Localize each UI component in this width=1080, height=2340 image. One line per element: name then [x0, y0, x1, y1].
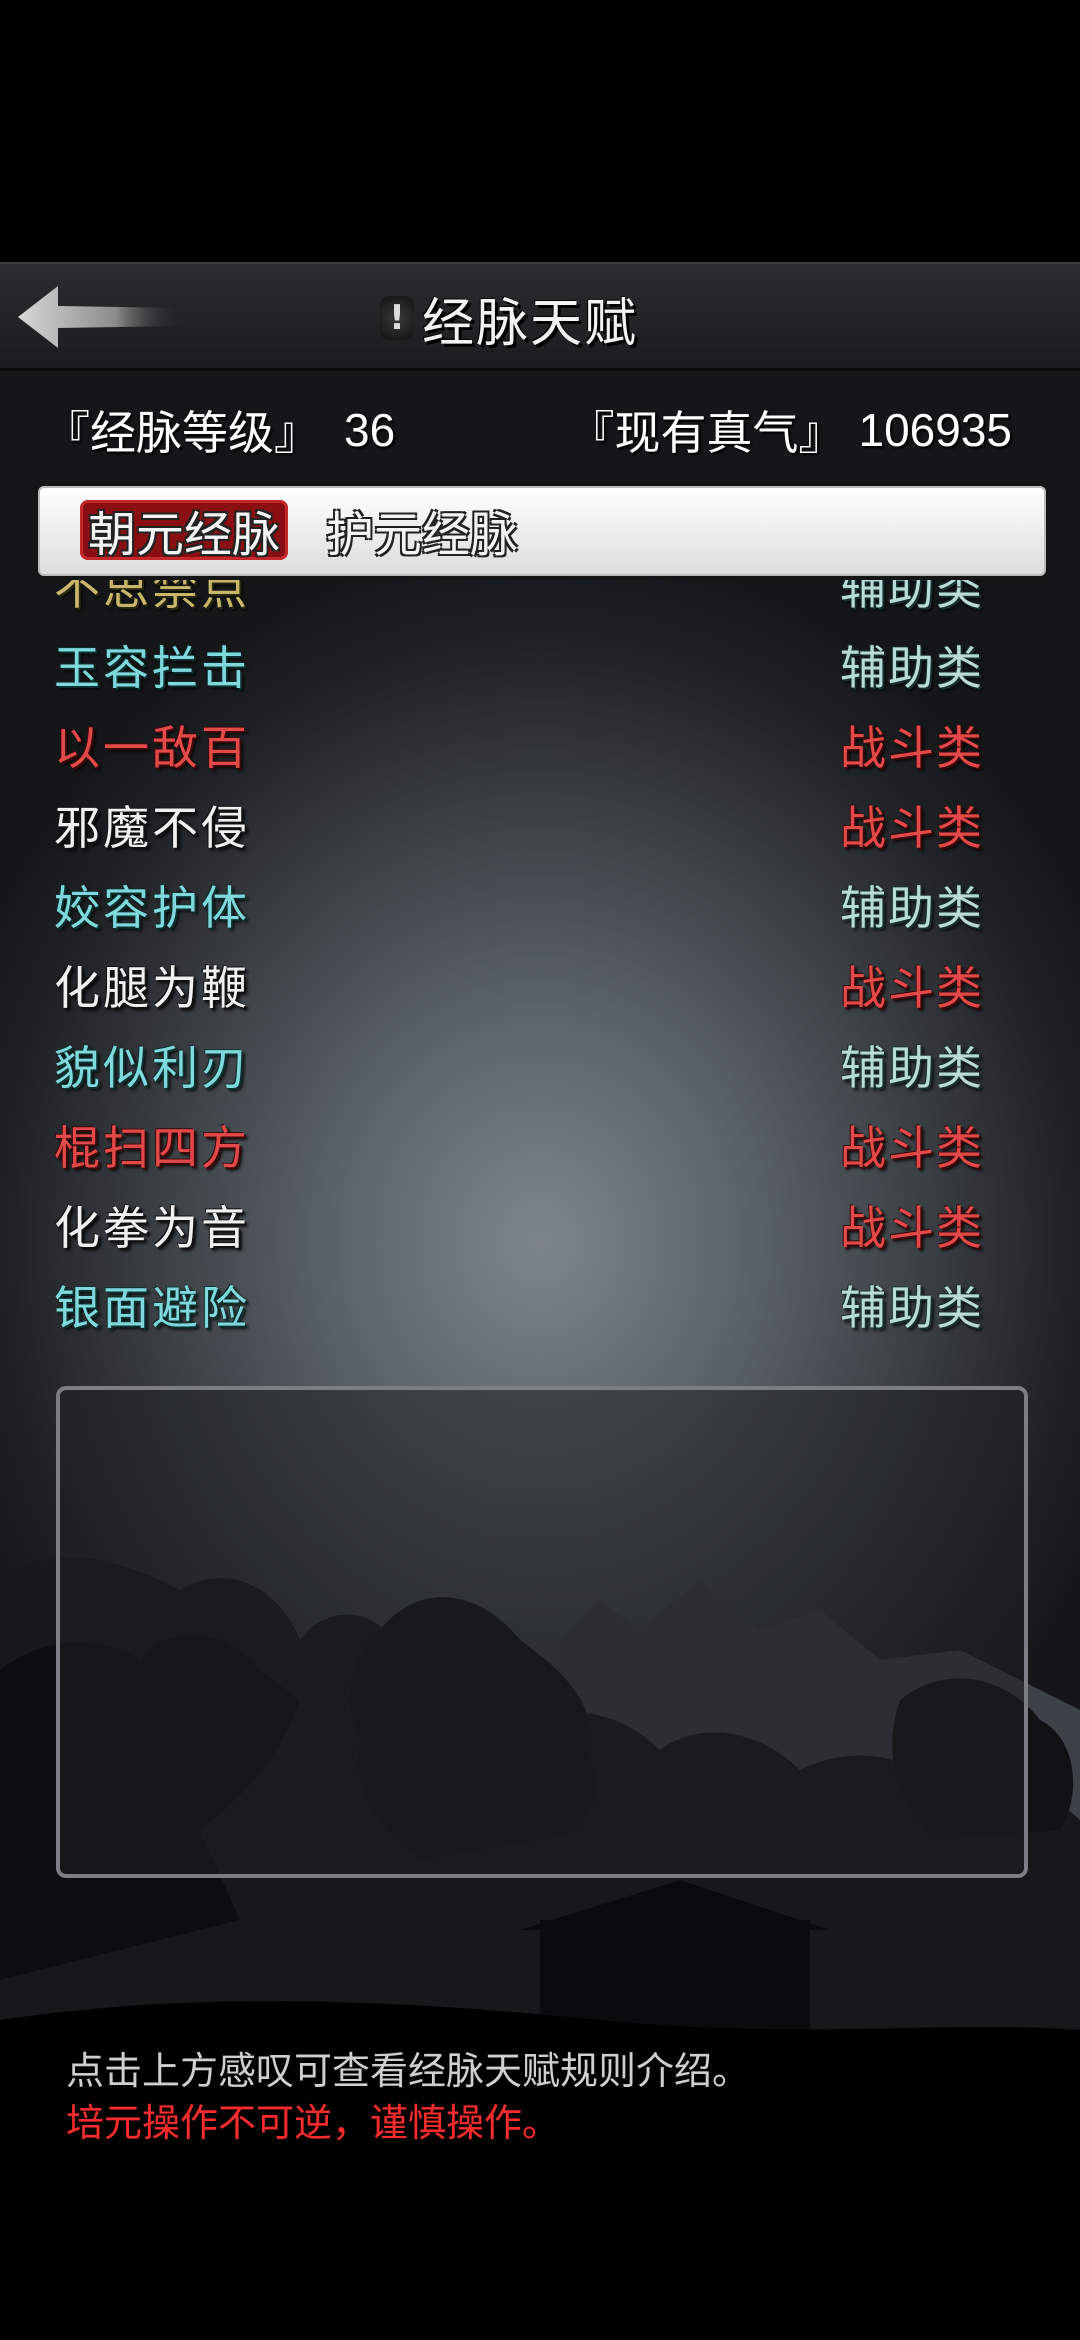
- talent-row[interactable]: 银面避险 辅助类: [0, 1266, 1080, 1346]
- talent-category: 辅助类: [840, 580, 984, 615]
- talent-row[interactable]: 棍扫四方 战斗类: [0, 1106, 1080, 1186]
- talent-name: 棍扫四方: [54, 1121, 250, 1175]
- current-qi-value: 106935: [858, 404, 1013, 456]
- talent-name: 貌似利刃: [54, 1041, 250, 1095]
- tab-chaoyuan-meridian[interactable]: 朝元经脉: [80, 500, 288, 563]
- talent-category: 辅助类: [840, 641, 984, 695]
- talent-row[interactable]: 以一敌百 战斗类: [0, 706, 1080, 786]
- talent-category: 战斗类: [840, 1201, 984, 1255]
- irreversible-warning-text: 培元操作不可逆，谨慎操作。: [66, 2103, 561, 2145]
- rules-hint-text: 点击上方感叹可查看经脉天赋规则介绍。: [66, 2051, 751, 2093]
- current-qi: 『现有真气』 106935: [569, 398, 1013, 462]
- title-group: ! 经脉天赋: [380, 286, 638, 354]
- talent-name: 化腿为鞭: [54, 961, 250, 1015]
- talent-list[interactable]: 不思禁点 辅助类 玉容拦击 辅助类 以一敌百 战斗类 邪魔不侵 战斗类 姣容护体…: [0, 580, 1080, 1355]
- talent-description-panel: [56, 1386, 1028, 1878]
- talent-name: 邪魔不侵: [54, 801, 250, 855]
- talent-name: 姣容护体: [54, 881, 250, 935]
- talent-category: 辅助类: [840, 881, 984, 935]
- talent-category: 辅助类: [840, 1041, 984, 1095]
- talent-category: 战斗类: [840, 1121, 984, 1175]
- current-qi-label: 『现有真气』: [568, 406, 845, 460]
- meridian-tabs: 朝元经脉 护元经脉: [34, 482, 1050, 580]
- talent-name: 银面避险: [54, 1281, 250, 1335]
- talent-name: 以一敌百: [54, 721, 250, 775]
- talent-row[interactable]: 邪魔不侵 战斗类: [0, 786, 1080, 866]
- back-arrow-icon[interactable]: [14, 282, 184, 352]
- talent-name: 不思禁点: [54, 580, 250, 615]
- talent-category: 辅助类: [840, 1281, 984, 1335]
- talent-name: 化拳为音: [54, 1201, 250, 1255]
- talent-row[interactable]: 不思禁点 辅助类: [0, 580, 1080, 626]
- footer-notes: 点击上方感叹可查看经脉天赋规则介绍。 培元操作不可逆，谨慎操作。: [66, 2046, 750, 2150]
- talent-row[interactable]: 化腿为鞭 战斗类: [0, 946, 1080, 1026]
- tab-huyuan-meridian[interactable]: 护元经脉: [322, 500, 522, 563]
- talent-row[interactable]: 化拳为音 战斗类: [0, 1186, 1080, 1266]
- page-title: 经脉天赋: [422, 293, 639, 354]
- talent-category: 战斗类: [840, 961, 984, 1015]
- info-exclamation-icon[interactable]: !: [380, 296, 414, 340]
- game-screen: ! 经脉天赋 『经脉等级』 36 『现有真气』 106935 朝元经脉 护元经脉…: [0, 0, 1080, 2340]
- talent-row[interactable]: 玉容拦击 辅助类: [0, 626, 1080, 706]
- header-bar: ! 经脉天赋: [0, 262, 1080, 371]
- talent-name: 玉容拦击: [54, 641, 250, 695]
- talent-row[interactable]: 姣容护体 辅助类: [0, 866, 1080, 946]
- talent-row[interactable]: 貌似利刃 辅助类: [0, 1026, 1080, 1106]
- talent-category: 战斗类: [840, 721, 984, 775]
- meridian-level-value: 36: [344, 404, 396, 456]
- meridian-level-label: 『经脉等级』: [44, 406, 320, 460]
- talent-category: 战斗类: [840, 801, 984, 855]
- meridian-level: 『经脉等级』 36: [44, 398, 395, 462]
